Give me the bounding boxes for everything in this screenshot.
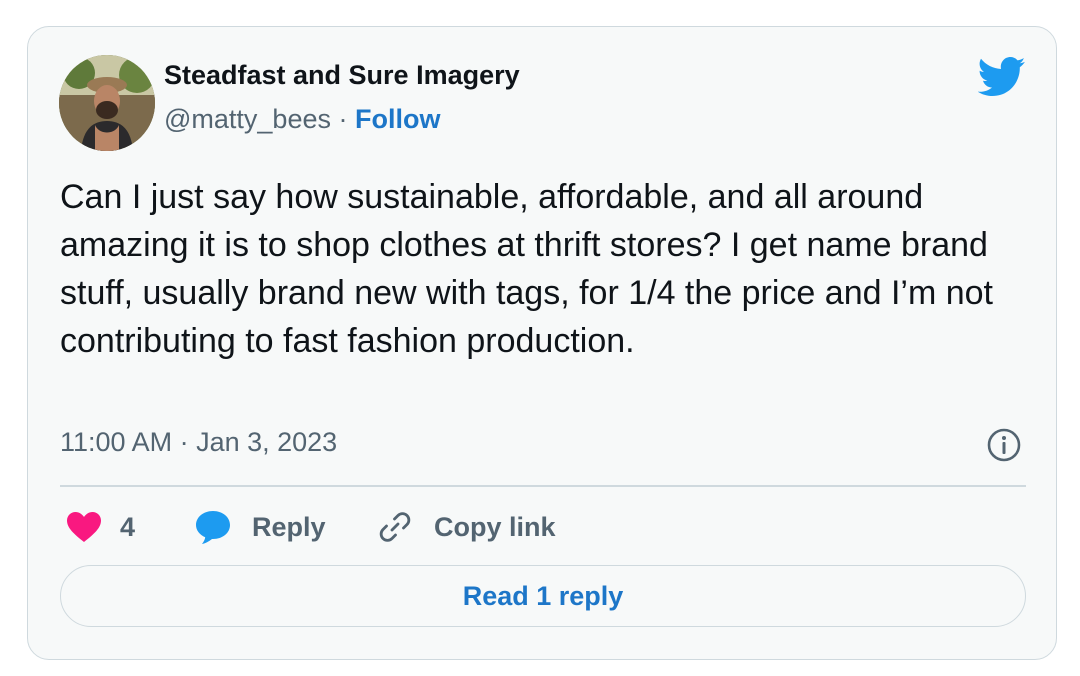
- handle-separator: ·: [338, 104, 348, 134]
- info-icon[interactable]: [986, 427, 1022, 463]
- reply-button[interactable]: Reply: [194, 507, 326, 547]
- divider: [60, 485, 1026, 487]
- tweet-card[interactable]: Steadfast and Sure Imagery @matty_bees ·…: [27, 26, 1057, 660]
- heart-icon: [67, 512, 101, 542]
- read-replies-button[interactable]: Read 1 reply: [60, 565, 1026, 627]
- author-handle[interactable]: @matty_bees: [164, 104, 331, 134]
- like-button[interactable]: 4: [66, 507, 135, 547]
- link-icon: [379, 512, 411, 542]
- copy-link-button[interactable]: Copy link: [376, 507, 556, 547]
- copy-link-label: Copy link: [434, 511, 556, 542]
- reply-label: Reply: [252, 511, 326, 542]
- handle-row: @matty_bees · Follow: [164, 104, 441, 135]
- avatar[interactable]: [59, 55, 155, 151]
- author-name[interactable]: Steadfast and Sure Imagery: [164, 60, 520, 91]
- twitter-bird-icon[interactable]: [978, 57, 1026, 97]
- follow-link[interactable]: Follow: [355, 104, 440, 134]
- like-count: 4: [120, 511, 136, 542]
- read-replies-label: Read 1 reply: [462, 580, 624, 611]
- tweet-text: Can I just say how sustainable, affordab…: [60, 178, 993, 360]
- tweet-timestamp[interactable]: 11:00 AM · Jan 3, 2023: [60, 427, 337, 458]
- speech-bubble-icon: [196, 511, 230, 544]
